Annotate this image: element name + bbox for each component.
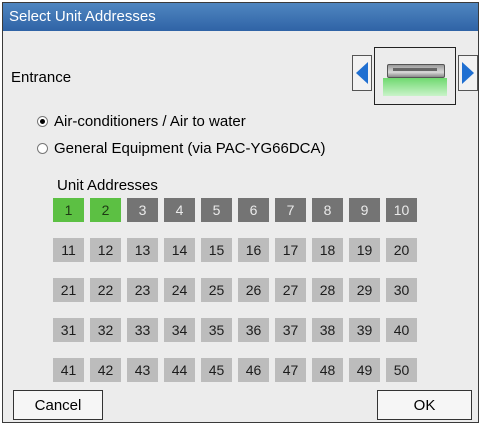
unit-address-cell[interactable]: 5 xyxy=(201,198,232,222)
unit-address-cell[interactable]: 41 xyxy=(53,358,84,382)
unit-address-cell[interactable]: 21 xyxy=(53,278,84,302)
unit-address-cell[interactable]: 33 xyxy=(127,318,158,342)
unit-address-cell[interactable]: 35 xyxy=(201,318,232,342)
unit-address-cell[interactable]: 27 xyxy=(275,278,306,302)
unit-address-cell[interactable]: 29 xyxy=(349,278,380,302)
unit-address-cell[interactable]: 2 xyxy=(90,198,121,222)
unit-address-cell[interactable]: 19 xyxy=(349,238,380,262)
unit-address-cell[interactable]: 4 xyxy=(164,198,195,222)
radio-label: General Equipment (via PAC-YG66DCA) xyxy=(54,140,326,157)
radio-button-unchecked[interactable] xyxy=(37,143,48,154)
unit-address-cell[interactable]: 30 xyxy=(386,278,417,302)
unit-address-cell[interactable]: 31 xyxy=(53,318,84,342)
unit-address-cell[interactable]: 36 xyxy=(238,318,269,342)
unit-address-cell[interactable]: 1 xyxy=(53,198,84,222)
unit-address-cell[interactable]: 6 xyxy=(238,198,269,222)
unit-address-cell[interactable]: 32 xyxy=(90,318,121,342)
arrow-right-icon xyxy=(462,62,474,84)
unit-address-cell[interactable]: 44 xyxy=(164,358,195,382)
window-title: Select Unit Addresses xyxy=(3,3,478,31)
unit-address-cell[interactable]: 14 xyxy=(164,238,195,262)
unit-address-grid: 1 2 3 4 5 6 7 8 9 10 11 12 13 14 15 16 17 18 19 20 21 22 23 24 2… xyxy=(53,198,417,382)
unit-address-cell[interactable]: 43 xyxy=(127,358,158,382)
unit-address-cell[interactable]: 46 xyxy=(238,358,269,382)
unit-address-cell[interactable]: 9 xyxy=(349,198,380,222)
arrow-left-icon xyxy=(356,62,368,84)
unit-address-cell[interactable]: 11 xyxy=(53,238,84,262)
unit-address-cell[interactable]: 16 xyxy=(238,238,269,262)
unit-address-cell[interactable]: 26 xyxy=(238,278,269,302)
unit-address-cell[interactable]: 49 xyxy=(349,358,380,382)
indoor-unit-ceiling-cassette-icon xyxy=(374,47,456,105)
unit-address-cell[interactable]: 34 xyxy=(164,318,195,342)
entrance-label: Entrance xyxy=(11,69,72,86)
unit-address-cell[interactable]: 38 xyxy=(312,318,343,342)
unit-address-cell[interactable]: 42 xyxy=(90,358,121,382)
radio-general-equipment[interactable]: General Equipment (via PAC-YG66DCA) xyxy=(37,140,326,157)
unit-address-cell[interactable]: 17 xyxy=(275,238,306,262)
unit-address-cell[interactable]: 45 xyxy=(201,358,232,382)
radio-button-checked[interactable] xyxy=(37,116,48,127)
unit-address-cell[interactable]: 12 xyxy=(90,238,121,262)
next-unit-button[interactable] xyxy=(458,55,478,91)
unit-address-cell[interactable]: 48 xyxy=(312,358,343,382)
unit-address-cell[interactable]: 25 xyxy=(201,278,232,302)
unit-address-cell[interactable]: 20 xyxy=(386,238,417,262)
unit-address-cell[interactable]: 7 xyxy=(275,198,306,222)
radio-label: Air-conditioners / Air to water xyxy=(54,113,246,130)
unit-address-cell[interactable]: 3 xyxy=(127,198,158,222)
unit-address-cell[interactable]: 18 xyxy=(312,238,343,262)
unit-vent xyxy=(393,68,437,71)
unit-address-cell[interactable]: 8 xyxy=(312,198,343,222)
select-unit-addresses-dialog: Select Unit Addresses Entrance Air-condi… xyxy=(2,2,479,423)
unit-address-cell[interactable]: 13 xyxy=(127,238,158,262)
unit-address-cell[interactable]: 47 xyxy=(275,358,306,382)
unit-addresses-label: Unit Addresses xyxy=(57,177,158,194)
radio-air-conditioners[interactable]: Air-conditioners / Air to water xyxy=(37,113,246,130)
airflow-glow xyxy=(383,78,447,96)
unit-address-cell[interactable]: 40 xyxy=(386,318,417,342)
unit-address-cell[interactable]: 50 xyxy=(386,358,417,382)
unit-address-cell[interactable]: 15 xyxy=(201,238,232,262)
cancel-button[interactable]: Cancel xyxy=(13,390,103,420)
unit-address-cell[interactable]: 39 xyxy=(349,318,380,342)
unit-address-cell[interactable]: 23 xyxy=(127,278,158,302)
ok-button[interactable]: OK xyxy=(377,390,472,420)
unit-address-cell[interactable]: 37 xyxy=(275,318,306,342)
unit-address-cell[interactable]: 22 xyxy=(90,278,121,302)
unit-address-cell[interactable]: 24 xyxy=(164,278,195,302)
previous-unit-button[interactable] xyxy=(352,55,372,91)
unit-body xyxy=(387,64,445,78)
unit-address-cell[interactable]: 10 xyxy=(386,198,417,222)
unit-address-cell[interactable]: 28 xyxy=(312,278,343,302)
